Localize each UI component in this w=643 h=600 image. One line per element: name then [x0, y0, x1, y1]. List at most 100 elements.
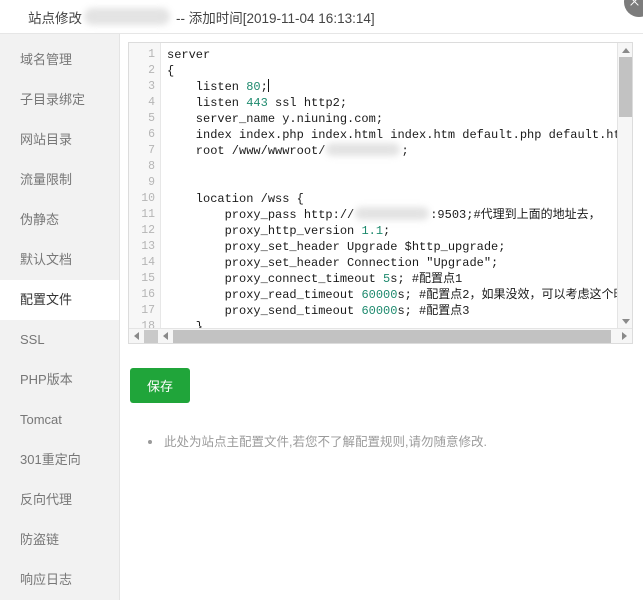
code-line: proxy_read_timeout 60000s; #配置点2，如果没效，可以… — [167, 287, 632, 303]
code-line: proxy_http_version 1.1; — [167, 223, 632, 239]
save-button[interactable]: 保存 — [130, 368, 191, 403]
sidebar-item-label: 防盗链 — [20, 532, 60, 547]
line-number: 2 — [148, 64, 155, 77]
sidebar-item-label: 流量限制 — [20, 172, 73, 187]
code-line: listen 443 ssl http2; — [167, 95, 632, 111]
code-text: root /www/wwwroot/ — [167, 144, 326, 158]
redacted-value — [355, 207, 430, 220]
sidebar-item-8[interactable]: PHP版本 — [0, 360, 119, 400]
sidebar-item-4[interactable]: 伪静态 — [0, 200, 119, 240]
site-modify-dialog: 站点修改 -- 添加时间[2019-11-04 16:13:14] 域名管理 子目… — [0, 0, 643, 600]
line-number: 11 — [141, 208, 155, 221]
sidebar-item-label: 默认文档 — [20, 252, 73, 267]
inner-horizontal-scroll-track[interactable] — [158, 328, 617, 343]
outer-horizontal-scroll-thumb[interactable] — [144, 329, 158, 343]
editor-horizontal-scrollbar[interactable] — [129, 328, 632, 343]
sidebar-item-6[interactable]: 配置文件 — [0, 280, 119, 320]
line-number: 9 — [148, 176, 155, 189]
sidebar-item-label: 301重定向 — [20, 452, 81, 467]
line-number: 4 — [148, 96, 155, 109]
dialog-header: 站点修改 -- 添加时间[2019-11-04 16:13:14] — [0, 0, 643, 34]
code-line: location /wss { — [167, 191, 632, 207]
code-line: proxy_send_timeout 60000s; #配置点3 — [167, 303, 632, 319]
code-text: } — [167, 320, 204, 328]
sidebar-item-0[interactable]: 域名管理 — [0, 40, 119, 80]
code-text: server — [167, 48, 211, 62]
inner-scroll-left-arrow-icon[interactable] — [158, 329, 173, 343]
code-text: proxy_send_timeout — [167, 304, 362, 318]
line-number-gutter: 1 2 3 4 5 6 7 8 9 10 11 12 13 14 15 16 17 18 — [129, 43, 161, 328]
line-number: 16 — [141, 288, 155, 301]
code-text: proxy_read_timeout — [167, 288, 362, 302]
sidebar-item-10[interactable]: 301重定向 — [0, 440, 119, 480]
code-number: 443 — [246, 96, 268, 110]
code-text: index index.php index.html index.htm def… — [195, 128, 628, 142]
code-number: 1.1 — [361, 224, 384, 238]
line-number: 18 — [141, 320, 155, 328]
code-text: proxy_http_version — [167, 224, 362, 238]
vertical-scroll-thumb[interactable] — [619, 57, 632, 117]
code-line: server_name y.niuning.com; — [167, 111, 632, 127]
code-text-area[interactable]: server { listen 80; listen 443 ssl http2;… — [161, 43, 632, 328]
redacted-site-name — [84, 8, 170, 25]
line-number: 17 — [141, 304, 155, 317]
code-text: proxy_pass http:// — [167, 208, 355, 222]
code-line: proxy_connect_timeout 5s; #配置点1 — [167, 271, 632, 287]
code-text: ssl http2; — [267, 96, 348, 110]
inner-horizontal-scroll-thumb[interactable] — [173, 329, 611, 343]
hint-text: 此处为站点主配置文件,若您不了解配置规则,请勿随意修改. — [164, 435, 487, 449]
sidebar-item-label: 网站目录 — [20, 132, 73, 147]
line-number: 10 — [141, 192, 155, 205]
main-panel: 1 2 3 4 5 6 7 8 9 10 11 12 13 14 15 16 17 18 server{ list… — [120, 34, 643, 600]
line-number: 6 — [148, 128, 155, 141]
editor-vertical-scrollbar[interactable] — [617, 43, 632, 328]
config-file-editor[interactable]: 1 2 3 4 5 6 7 8 9 10 11 12 13 14 15 16 17 18 server{ list… — [128, 42, 633, 344]
sidebar-item-5[interactable]: 默认文档 — [0, 240, 119, 280]
line-number: 15 — [141, 272, 155, 285]
sidebar-item-label: 反向代理 — [20, 492, 73, 507]
bullet-icon — [148, 440, 152, 444]
code-text: s; #配置点3 — [397, 304, 470, 318]
code-text: ; — [260, 80, 268, 94]
code-line: proxy_pass http://:9503;#代理到上面的地址去， — [167, 207, 632, 223]
scroll-down-arrow-icon[interactable] — [618, 314, 632, 328]
sidebar-item-12[interactable]: 防盗链 — [0, 520, 119, 560]
sidebar: 域名管理 子目录绑定网站目录流量限制伪静态默认文档配置文件 SSL PHP版本 Tomc… — [0, 34, 120, 600]
code-number: 80 — [246, 80, 261, 94]
action-row: 保存 — [128, 368, 633, 403]
code-text: s; #配置点1 — [390, 272, 463, 286]
line-number: 1 — [148, 48, 155, 61]
code-line: } — [167, 319, 632, 328]
code-number: 60000 — [361, 304, 398, 318]
close-icon[interactable] — [624, 0, 643, 17]
code-line: proxy_set_header Connection "Upgrade"; — [167, 255, 632, 271]
text-cursor — [267, 79, 269, 92]
page-title-suffix: -- 添加时间[2019-11-04 16:13:14] — [176, 10, 375, 26]
scroll-left-arrow-icon[interactable] — [129, 329, 144, 343]
sidebar-item-2[interactable]: 网站目录 — [0, 120, 119, 160]
code-text: { — [167, 64, 175, 78]
line-number: 5 — [148, 112, 155, 125]
dialog-body: 域名管理 子目录绑定网站目录流量限制伪静态默认文档配置文件 SSL PHP版本 Tomc… — [0, 34, 643, 600]
code-text: s; #配置点2，如果没效，可以考虑这个时间配置 — [397, 288, 632, 302]
line-number: 7 — [148, 144, 155, 157]
sidebar-item-1[interactable]: 子目录绑定 — [0, 80, 119, 120]
sidebar-item-13[interactable]: 响应日志 — [0, 560, 119, 600]
sidebar-item-7[interactable]: SSL — [0, 320, 119, 360]
sidebar-item-label: PHP版本 — [20, 372, 73, 387]
sidebar-item-11[interactable]: 反向代理 — [0, 480, 119, 520]
sidebar-item-3[interactable]: 流量限制 — [0, 160, 119, 200]
code-text: server_name y.niuning.com; — [167, 112, 384, 126]
sidebar-item-9[interactable]: Tomcat — [0, 400, 119, 440]
line-number: 3 — [148, 80, 155, 93]
scroll-up-arrow-icon[interactable] — [618, 43, 632, 57]
code-line: server — [167, 47, 632, 63]
code-text: listen — [167, 96, 247, 110]
scroll-right-arrow-icon[interactable] — [617, 329, 632, 343]
line-number: 8 — [148, 160, 155, 173]
code-line: { — [167, 63, 632, 79]
sidebar-item-label: 响应日志 — [20, 572, 73, 587]
sidebar-item-label: 伪静态 — [20, 212, 60, 227]
